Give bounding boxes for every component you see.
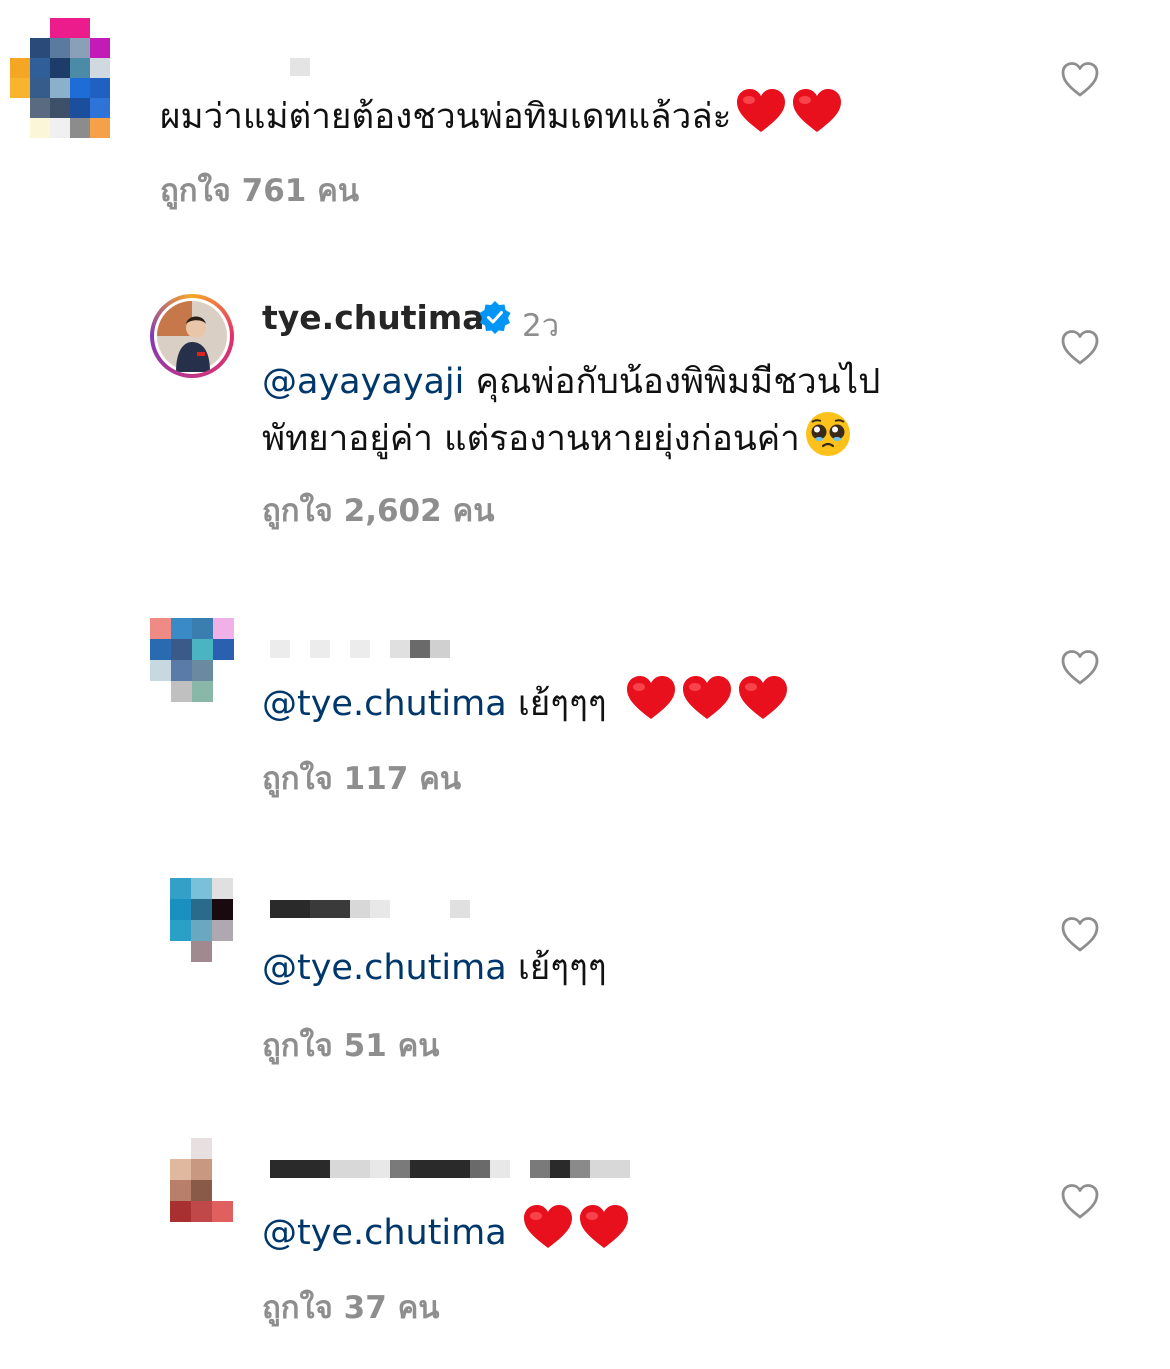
comment-text-body: ผมว่าแม่ต่ายต้องชวนพ่อทิมเดทแล้วล่ะ xyxy=(160,97,732,137)
heart-outline-icon[interactable] xyxy=(1060,648,1100,688)
avatar[interactable] xyxy=(150,618,234,702)
red-heart-emoji xyxy=(791,88,843,150)
red-heart-emoji xyxy=(522,1204,574,1266)
avatar[interactable] xyxy=(154,298,230,374)
red-heart-emoji xyxy=(625,675,677,737)
comment-text: ผมว่าแม่ต่ายต้องชวนพ่อทิมเดทแล้วล่ะ xyxy=(160,88,843,150)
heart-outline-icon[interactable] xyxy=(1060,328,1100,368)
comment-text-line-2: พัทยาอยู่ค่า แต่รองานหายยุ่งก่อนค่า xyxy=(262,410,852,474)
comment-3: @tye.chutima เย้ๆๆๆ ถูกใจ 117 คน xyxy=(0,600,1170,830)
like-count[interactable]: ถูกใจ 117 คน xyxy=(262,753,461,803)
comment-text-body: เย้ๆๆๆ xyxy=(506,684,607,724)
red-heart-emoji xyxy=(578,1204,630,1266)
like-count[interactable]: ถูกใจ 2,602 คน xyxy=(262,485,494,535)
heart-outline-icon[interactable] xyxy=(1060,1182,1100,1222)
comment-text-body: เย้ๆๆๆ xyxy=(506,948,607,988)
comment-text-body: คุณพ่อกับน้องพิพิมมีชวนไป xyxy=(464,362,881,402)
mention-link[interactable]: @tye.chutima xyxy=(262,948,507,988)
avatar[interactable] xyxy=(170,878,234,962)
like-count[interactable]: ถูกใจ 37 คน xyxy=(262,1282,440,1332)
comment-text-body xyxy=(507,1213,518,1253)
comment-text: @tye.chutima เย้ๆๆๆ xyxy=(262,942,607,995)
username-redacted[interactable] xyxy=(290,58,310,76)
avatar[interactable] xyxy=(170,1138,234,1222)
avatar[interactable] xyxy=(10,18,130,138)
red-heart-emoji xyxy=(735,88,787,150)
heart-outline-icon[interactable] xyxy=(1060,60,1100,100)
comment-text: @ayayayaji คุณพ่อกับน้องพิพิมมีชวนไป xyxy=(262,356,880,409)
pleading-face-emoji xyxy=(804,410,852,474)
mention-link[interactable]: @ayayayaji xyxy=(262,362,464,402)
comment-5: @tye.chutima ถูกใจ 37 คน xyxy=(0,1130,1170,1369)
verified-badge-icon xyxy=(478,300,512,338)
comment-time: 2ว xyxy=(522,308,560,344)
username-redacted[interactable] xyxy=(270,1160,630,1178)
username-redacted[interactable] xyxy=(270,900,470,918)
comment-text-body: พัทยาอยู่ค่า แต่รองานหายยุ่งก่อนค่า xyxy=(262,419,800,459)
comment-text: @tye.chutima เย้ๆๆๆ xyxy=(262,675,789,737)
heart-outline-icon[interactable] xyxy=(1060,915,1100,955)
red-heart-emoji xyxy=(737,675,789,737)
username-redacted[interactable] xyxy=(270,640,450,658)
mention-link[interactable]: @tye.chutima xyxy=(262,684,507,724)
username[interactable]: tye.chutima xyxy=(262,298,485,337)
comment-1: ผมว่าแม่ต่ายต้องชวนพ่อทิมเดทแล้วล่ะ ถูกใ… xyxy=(0,0,1170,240)
comment-text: @tye.chutima xyxy=(262,1204,630,1266)
like-count[interactable]: ถูกใจ 761 คน xyxy=(160,165,359,215)
like-count[interactable]: ถูกใจ 51 คน xyxy=(262,1020,440,1070)
comment-2: tye.chutima 2ว @ayayayaji คุณพ่อกับน้องพ… xyxy=(0,280,1170,550)
comment-4: @tye.chutima เย้ๆๆๆ ถูกใจ 51 คน xyxy=(0,860,1170,1100)
red-heart-emoji xyxy=(681,675,733,737)
mention-link[interactable]: @tye.chutima xyxy=(262,1213,507,1253)
